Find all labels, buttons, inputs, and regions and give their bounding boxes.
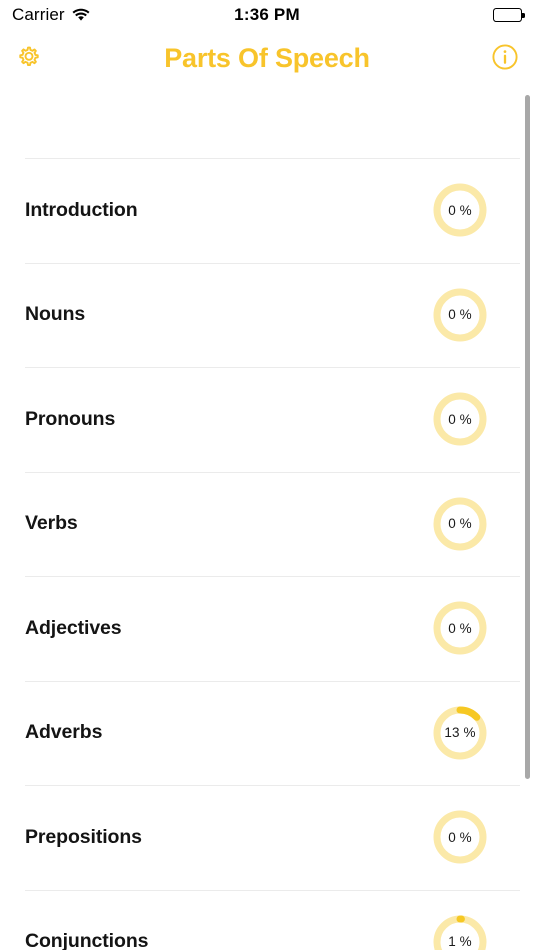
- scrollbar-thumb[interactable]: [525, 95, 530, 779]
- list-item[interactable]: Pronouns 0 %: [0, 367, 534, 472]
- list-item-label: Adverbs: [25, 721, 103, 744]
- list-rows-container: Introduction 0 % Nouns 0 % Pronouns 0 % Verbs 0…: [0, 158, 534, 950]
- list-item[interactable]: Nouns 0 %: [0, 262, 534, 367]
- list-item[interactable]: Adverbs 13 %: [0, 680, 534, 785]
- progress-ring: 0 %: [432, 391, 488, 447]
- progress-ring: 13 %: [432, 705, 488, 761]
- list-item-label: Nouns: [25, 303, 86, 326]
- gear-icon: [15, 43, 43, 74]
- list-item-label: Prepositions: [25, 825, 142, 848]
- settings-button[interactable]: [0, 30, 58, 87]
- status-bar-left: Carrier: [12, 5, 90, 25]
- list-item[interactable]: Prepositions 0 %: [0, 785, 534, 890]
- progress-ring: 0 %: [432, 182, 488, 238]
- progress-ring: 0 %: [432, 600, 488, 656]
- status-bar-right: [493, 8, 525, 22]
- list-item-label: Pronouns: [25, 407, 116, 430]
- progress-percent-label: 1 %: [448, 934, 472, 950]
- progress-ring: 0 %: [432, 496, 488, 552]
- page-title: Parts Of Speech: [164, 43, 370, 73]
- list-item-label: Adjectives: [25, 616, 122, 639]
- progress-percent-label: 13 %: [444, 725, 476, 741]
- list-item[interactable]: Adjectives 0 %: [0, 576, 534, 681]
- progress-percent-label: 0 %: [448, 202, 472, 218]
- list-item[interactable]: Verbs 0 %: [0, 471, 534, 576]
- list-item-label: Conjunctions: [25, 930, 149, 950]
- lessons-list[interactable]: Introduction 0 % Nouns 0 % Pronouns 0 % Verbs 0…: [0, 87, 534, 950]
- info-button[interactable]: [476, 30, 534, 87]
- progress-ring: 1 %: [432, 914, 488, 950]
- app-root: Carrier 1:36 PM Parts Of Speech Introduc…: [0, 0, 534, 950]
- list-item[interactable]: Introduction 0 %: [0, 158, 534, 263]
- progress-ring: 0 %: [432, 287, 488, 343]
- list-item[interactable]: Conjunctions 1 %: [0, 889, 534, 950]
- list-top-spacer: [0, 87, 534, 158]
- list-item-label: Introduction: [25, 198, 138, 221]
- list-item-label: Verbs: [25, 512, 78, 535]
- navigation-bar: Parts Of Speech: [0, 30, 534, 87]
- battery-full-icon: [493, 8, 525, 22]
- progress-ring: 0 %: [432, 809, 488, 865]
- progress-percent-label: 0 %: [448, 516, 472, 532]
- wifi-icon: [72, 8, 90, 22]
- status-bar: Carrier 1:36 PM: [0, 0, 534, 30]
- progress-percent-label: 0 %: [448, 829, 472, 845]
- progress-percent-label: 0 %: [448, 411, 472, 427]
- progress-percent-label: 0 %: [448, 307, 472, 323]
- carrier-label: Carrier: [12, 5, 65, 24]
- info-circle-icon: [491, 43, 519, 74]
- progress-percent-label: 0 %: [448, 620, 472, 636]
